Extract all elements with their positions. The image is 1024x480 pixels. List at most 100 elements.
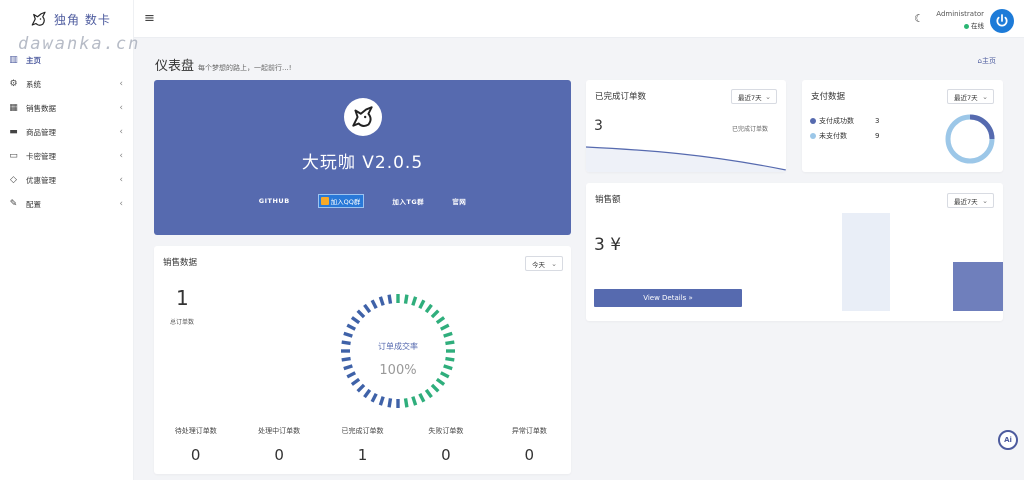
sidebar-item-label: 优惠管理 bbox=[26, 175, 56, 185]
gauge-tick bbox=[387, 294, 393, 304]
gauge-tick bbox=[341, 340, 351, 346]
gauge-tick bbox=[387, 398, 393, 408]
sidebar-item-coupons[interactable]: ◇ 优惠管理 ‹ bbox=[0, 168, 133, 192]
official-site-link[interactable]: 官网 bbox=[452, 196, 466, 206]
card-title: 销售数据 bbox=[163, 258, 198, 268]
github-link[interactable]: GITHUB bbox=[259, 197, 290, 205]
gauge-tick bbox=[346, 371, 357, 379]
chevron-left-icon: ‹ bbox=[119, 175, 123, 185]
stat-failed: 失败订单数 0 bbox=[428, 427, 464, 464]
gauge-tick bbox=[346, 323, 357, 331]
gauge-tick bbox=[418, 299, 426, 310]
page-title: 仪表盘 每个梦想的路上，一起前行...! bbox=[155, 59, 292, 74]
gauge-tick bbox=[411, 296, 418, 306]
tg-group-link[interactable]: 加入TG群 bbox=[392, 196, 424, 206]
gauge-tick bbox=[424, 303, 433, 314]
sidebar: 独角 数卡 dawanka.cn ▥ 主页 ⚙ 系统 ‹ ▦ 销售数据 ‹ ▬ … bbox=[0, 0, 138, 480]
completed-orders-card: 已完成订单数 最近7天 ⌄ 3 已完成订单数 bbox=[586, 80, 786, 172]
qq-group-link[interactable]: 加入QQ群 bbox=[317, 194, 365, 208]
gauge-tick bbox=[403, 398, 409, 408]
stat-pending: 待处理订单数 0 bbox=[174, 427, 217, 464]
chevron-left-icon: ‹ bbox=[119, 151, 123, 161]
completed-filter-select[interactable]: 最近7天 ⌄ bbox=[731, 89, 777, 104]
sidebar-item-home[interactable]: ▥ 主页 bbox=[0, 48, 133, 72]
order-stats: 待处理订单数 0 处理中订单数 0 已完成订单数 1 失败订单数 0 异常订单数… bbox=[154, 426, 571, 464]
total-orders-label: 总订单数 bbox=[170, 319, 195, 326]
ai-assistant-button[interactable]: Ai bbox=[998, 430, 1018, 450]
revenue-bar-current bbox=[953, 262, 1003, 311]
gauge-tick bbox=[370, 392, 378, 403]
chevron-left-icon: ‹ bbox=[119, 127, 123, 137]
power-icon bbox=[996, 14, 1008, 27]
qq-icon bbox=[320, 197, 329, 205]
completed-orders-label: 已完成订单数 bbox=[732, 126, 769, 133]
revenue-filter-select[interactable]: 最近7天 ⌄ bbox=[947, 193, 994, 208]
chevron-down-icon: ⌄ bbox=[982, 196, 988, 205]
gauge-tick bbox=[363, 303, 372, 314]
user-name: Administrator bbox=[936, 10, 984, 18]
scrollbar[interactable] bbox=[1018, 38, 1024, 480]
gauge-tick bbox=[443, 331, 453, 338]
sidebar-item-label: 系统 bbox=[26, 79, 41, 89]
sidebar-item-config[interactable]: ✎ 配置 ‹ bbox=[0, 192, 133, 216]
online-dot-icon bbox=[964, 23, 969, 29]
sidebar-item-goods[interactable]: ▬ 商品管理 ‹ bbox=[0, 120, 133, 144]
gauge-tick bbox=[341, 356, 351, 362]
gauge-tick bbox=[343, 364, 353, 371]
brand-title: 独角 数卡 bbox=[54, 12, 111, 27]
legend-paid: 支付成功数 3 bbox=[810, 116, 879, 126]
stat-completed: 已完成订单数 1 bbox=[341, 427, 384, 464]
gauge-tick bbox=[411, 396, 418, 406]
breadcrumb[interactable]: ⌂主页 bbox=[978, 56, 996, 66]
revenue-value: 3 ¥ bbox=[594, 235, 622, 255]
gauge-tick bbox=[363, 388, 372, 399]
avatar[interactable] bbox=[990, 9, 1014, 33]
topbar: ≡ ☾ Administrator 在线 bbox=[134, 0, 1024, 38]
gauge-tick bbox=[439, 371, 450, 379]
completed-sparkline bbox=[586, 146, 786, 172]
sidebar-item-system[interactable]: ⚙ 系统 ‹ bbox=[0, 72, 133, 96]
sidebar-item-sales[interactable]: ▦ 销售数据 ‹ bbox=[0, 96, 133, 120]
brand[interactable]: 独角 数卡 bbox=[0, 0, 133, 38]
menu-icon[interactable]: ≡ bbox=[144, 11, 155, 26]
conversion-gauge: 订单成交率 100% bbox=[341, 294, 455, 408]
gauge-tick bbox=[445, 356, 455, 362]
chevron-down-icon: ⌄ bbox=[982, 92, 988, 101]
gauge-tick bbox=[443, 364, 453, 371]
gauge-tick bbox=[435, 377, 446, 386]
chevron-down-icon: ⌄ bbox=[551, 259, 557, 268]
payment-data-card: 支付数据 最近7天 ⌄ 支付成功数 3 未支付数 9 bbox=[802, 80, 1003, 172]
card-title: 销售额 bbox=[595, 195, 621, 205]
user-info[interactable]: Administrator 在线 bbox=[936, 10, 984, 30]
card-title: 支付数据 bbox=[811, 92, 846, 102]
stat-processing: 处理中订单数 0 bbox=[258, 427, 301, 464]
page-subtitle: 每个梦想的路上，一起前行...! bbox=[198, 64, 292, 72]
gauge-tick bbox=[350, 377, 361, 386]
payment-filter-select[interactable]: 最近7天 ⌄ bbox=[947, 89, 994, 104]
legend-unpaid: 未支付数 9 bbox=[810, 131, 879, 141]
total-orders-value: 1 bbox=[176, 286, 189, 310]
gauge-tick bbox=[350, 316, 361, 325]
card-title: 已完成订单数 bbox=[595, 92, 647, 102]
table-icon: ▦ bbox=[9, 103, 18, 113]
sidebar-item-cards[interactable]: ▭ 卡密管理 ‹ bbox=[0, 144, 133, 168]
bar-chart-icon: ▥ bbox=[9, 55, 18, 65]
gauge-tick bbox=[378, 396, 385, 406]
moon-icon[interactable]: ☾ bbox=[914, 12, 924, 25]
unicorn-logo-icon bbox=[344, 98, 382, 136]
sidebar-item-label: 商品管理 bbox=[26, 127, 56, 137]
view-details-button[interactable]: View Details » bbox=[594, 289, 742, 307]
sidebar-item-label: 销售数据 bbox=[26, 103, 56, 113]
gauge-tick bbox=[435, 316, 446, 325]
legend-dot bbox=[810, 133, 816, 139]
wrench-icon: ✎ bbox=[9, 199, 18, 209]
gauge-value: 100% bbox=[379, 363, 416, 378]
gauge-tick bbox=[430, 383, 440, 393]
gauge-tick bbox=[378, 296, 385, 306]
hero-banner: 大玩咖 V2.0.5 GITHUB 加入QQ群 加入TG群 官网 bbox=[154, 80, 571, 235]
sales-filter-select[interactable]: 今天 ⌄ bbox=[525, 256, 563, 271]
gauge-tick bbox=[445, 340, 455, 346]
gauge-tick bbox=[424, 388, 433, 399]
gauge-tick bbox=[343, 331, 353, 338]
legend-dot bbox=[810, 118, 816, 124]
